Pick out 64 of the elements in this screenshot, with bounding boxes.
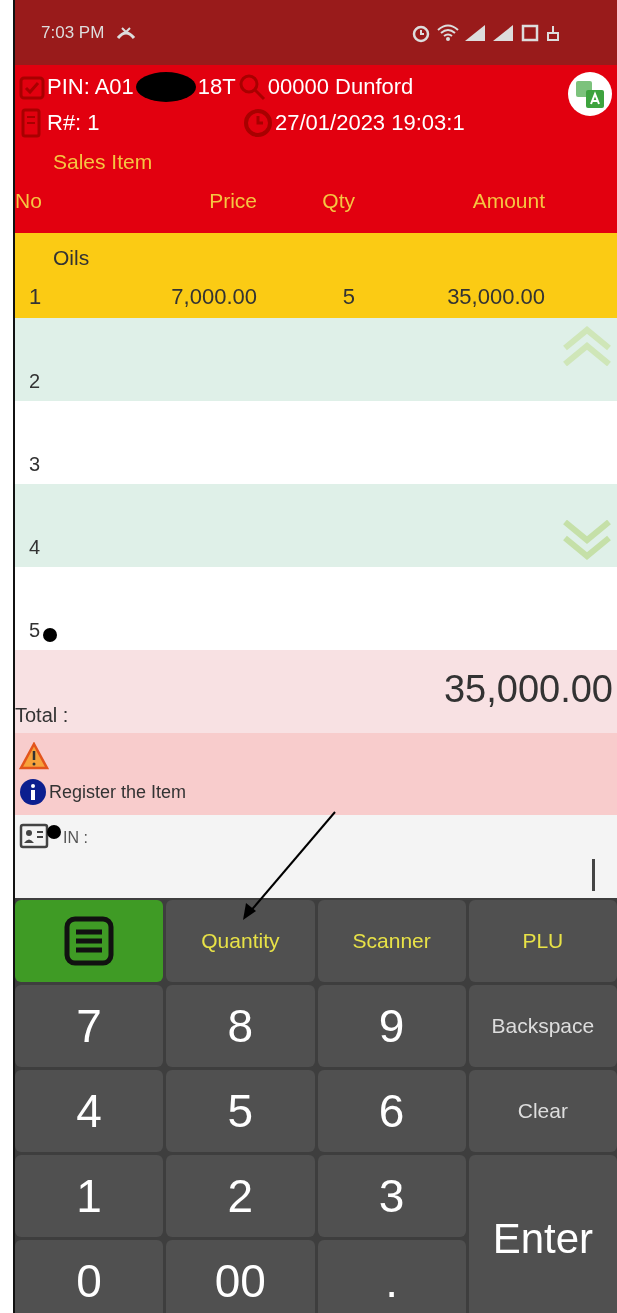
keypad-key[interactable]: Backspace [468,985,617,1067]
table-cell: 2 [29,370,41,393]
keypad-key[interactable]: Enter [468,1155,617,1313]
total-amount: 35,000.00 [443,668,613,711]
input-field[interactable]: IN : [15,815,617,898]
total-label: Total : [15,704,69,727]
keypad-key[interactable]: 7 [15,985,164,1067]
column-header: Qty [321,189,355,213]
warning-icon [19,742,49,770]
keypad-key[interactable]: Clear [468,1070,617,1152]
table-cell: 3 [29,453,41,476]
table-row[interactable]: 4 [15,484,617,567]
receipt-number: R#: 1 [47,110,101,136]
customer-name: 00000 Dunford [267,74,414,100]
annotation-dot [47,825,61,839]
table-cell: 4 [29,536,41,559]
column-header: Amount [471,189,545,213]
clock-icon [243,108,273,138]
keypad-key[interactable]: PLU [468,900,617,982]
table-cell: 5 [29,619,41,642]
menu-icon [63,915,116,967]
translate-button[interactable] [567,71,613,117]
missed-call-icon [116,25,137,40]
info-icon [19,778,47,806]
keypad-key[interactable]: 0 [15,1240,164,1313]
table-row[interactable]: Oils 1 7,000.00 5 35,000.00 [15,233,617,318]
section-title: Sales Item [52,149,154,175]
annotation-dot [43,628,57,642]
table-row[interactable]: 2 [15,318,617,401]
keypad-key[interactable]: 4 [15,1070,164,1152]
wifi-icon [437,23,459,42]
keypad-key[interactable]: 6 [317,1070,466,1152]
date-time: 27/01/2023 19:03:1 [275,110,465,136]
menu-button[interactable] [15,900,164,982]
keypad-key[interactable]: Scanner [317,900,466,982]
table-cell: 35,000.00 [447,284,545,310]
table-cell: 7,000.00 [171,284,257,310]
usb-icon [545,24,561,41]
category-label: Oils [52,246,91,270]
redaction-mark [135,71,196,103]
keypad-key[interactable]: 5 [166,1070,315,1152]
keypad-key[interactable]: Quantity [166,900,315,982]
calendar-icon [19,74,45,100]
id-card-icon [19,823,49,849]
keypad-key[interactable]: 00 [166,1240,315,1313]
sim-icon [521,23,539,42]
column-header: Price [208,189,257,213]
keypad-key[interactable]: 2 [166,1155,315,1237]
column-header: No [15,189,43,213]
keypad-key[interactable]: 9 [317,985,466,1067]
pin-label: 18T [197,74,236,100]
input-label: IN : [63,829,88,847]
table-cell: 1 [29,284,42,310]
table-cell: 5 [342,284,355,310]
keypad-key[interactable]: 3 [317,1155,466,1237]
signal-icon [465,24,487,41]
info-message: Register the Item [49,781,187,803]
keypad-key[interactable]: . [317,1240,466,1313]
keypad-key[interactable]: 8 [166,985,315,1067]
pin-label: PIN: A01 [47,74,134,100]
signal-icon [493,24,515,41]
keypad-key[interactable]: 1 [15,1155,164,1237]
search-icon [237,73,266,101]
status-time: 7:03 PM [41,22,105,43]
